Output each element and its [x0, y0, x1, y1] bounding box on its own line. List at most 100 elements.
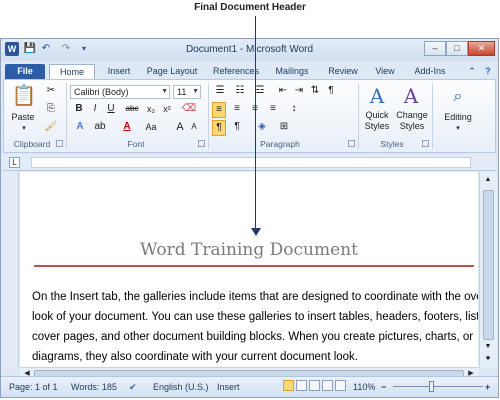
styles-launcher-icon[interactable]: [422, 140, 429, 147]
browse-object-icon[interactable]: ●: [482, 353, 494, 363]
quick-styles-label[interactable]: Quick: [360, 110, 394, 120]
maximize-button[interactable]: □: [446, 41, 468, 56]
tab-page-layout[interactable]: Page Layout: [141, 64, 203, 79]
binoculars-icon[interactable]: ⌕: [444, 86, 472, 108]
document-heading[interactable]: Word Training Document: [20, 240, 478, 260]
borders-icon[interactable]: ⊞: [276, 120, 292, 134]
zoom-slider-thumb[interactable]: [429, 381, 434, 392]
scroll-down-icon[interactable]: ▼: [482, 342, 494, 352]
title-bar: W 💾 ↶ ↷ ▾ Document1 - Microsoft Word – □…: [1, 39, 498, 61]
tab-add-ins[interactable]: Add-Ins: [407, 64, 453, 79]
show-marks-icon[interactable]: ¶: [324, 84, 338, 98]
word-window: W 💾 ↶ ↷ ▾ Document1 - Microsoft Word – □…: [0, 38, 499, 398]
subscript-button[interactable]: x₂: [144, 102, 158, 116]
decrease-indent-icon[interactable]: ⇤: [276, 84, 290, 98]
ribbon-tabs: File Home Insert Page Layout References …: [1, 61, 498, 80]
horizontal-ruler[interactable]: [31, 157, 471, 168]
document-page[interactable]: Word Training Document On the Insert tab…: [20, 172, 478, 367]
superscript-button[interactable]: x²: [160, 102, 174, 116]
align-left-icon[interactable]: ≡: [212, 102, 226, 118]
zoom-slider-track[interactable]: [393, 386, 483, 387]
font-name-combo[interactable]: Calibri (Body) ▼: [70, 85, 170, 99]
numbering-icon[interactable]: ☷: [232, 84, 248, 98]
cut-icon[interactable]: ✂: [44, 84, 58, 98]
body-line: diagrams, they also coordinate with your…: [32, 351, 358, 363]
tab-mailings[interactable]: Mailings: [269, 64, 315, 79]
paragraph-launcher-icon[interactable]: [348, 140, 355, 147]
tab-insert[interactable]: Insert: [101, 64, 137, 79]
underline-button[interactable]: U: [104, 102, 118, 116]
body-line: cover pages, and other document building…: [32, 331, 474, 343]
group-divider: [432, 83, 433, 149]
clear-formatting-icon[interactable]: ⌫: [182, 102, 196, 116]
scroll-up-icon[interactable]: ▲: [482, 174, 494, 186]
change-case-button[interactable]: Aa: [142, 120, 160, 134]
proofing-icon[interactable]: ✔: [129, 381, 137, 393]
copy-icon[interactable]: ⎘: [44, 102, 58, 116]
change-styles-icon[interactable]: A: [398, 84, 424, 108]
tab-view[interactable]: View: [369, 64, 401, 79]
print-layout-icon[interactable]: [283, 380, 294, 391]
draft-icon[interactable]: [335, 380, 346, 391]
callout-arrow-line: [255, 16, 256, 231]
text-effects-icon[interactable]: A: [72, 120, 88, 134]
bold-button[interactable]: B: [72, 102, 86, 116]
editing-dropdown-icon[interactable]: ▾: [448, 122, 468, 136]
zoom-in-button[interactable]: +: [485, 381, 490, 393]
heading-underline: [34, 265, 474, 267]
font-name-value: Calibri (Body): [74, 87, 129, 97]
tab-review[interactable]: Review: [323, 64, 363, 79]
italic-button[interactable]: I: [88, 102, 102, 116]
document-body[interactable]: On the Insert tab, the galleries include…: [32, 287, 478, 367]
bullets-icon[interactable]: ☰: [212, 84, 228, 98]
vertical-scrollbar[interactable]: ▲ ▼ ●: [479, 172, 497, 367]
strikethrough-button[interactable]: abc: [122, 102, 142, 116]
chevron-down-icon: ▼: [192, 88, 199, 95]
chevron-down-icon: ▼: [161, 88, 168, 95]
quick-styles-icon[interactable]: A: [364, 84, 390, 108]
page-count[interactable]: Page: 1 of 1: [9, 381, 58, 393]
shading-icon[interactable]: ◈: [254, 120, 270, 134]
paste-dropdown-icon[interactable]: ▾: [14, 122, 34, 136]
insert-mode-indicator[interactable]: Insert: [217, 381, 240, 393]
sort-icon[interactable]: ⇅: [308, 84, 322, 98]
justify-icon[interactable]: ≡: [266, 102, 280, 116]
font-color-icon[interactable]: A: [120, 120, 134, 134]
vertical-ruler[interactable]: [3, 172, 19, 367]
outline-icon[interactable]: [322, 380, 333, 391]
minimize-button[interactable]: –: [424, 41, 446, 56]
ltr-direction-icon[interactable]: ¶: [212, 120, 226, 136]
change-styles-label-2[interactable]: Styles: [394, 121, 430, 131]
tab-home[interactable]: Home: [49, 64, 95, 79]
clipboard-launcher-icon[interactable]: [56, 140, 63, 147]
quick-styles-label-2[interactable]: Styles: [360, 121, 394, 131]
format-painter-icon[interactable]: 🖌: [44, 120, 58, 134]
line-spacing-icon[interactable]: ↕: [286, 102, 302, 116]
callout-label: Final Document Header: [194, 2, 306, 13]
full-screen-reading-icon[interactable]: [296, 380, 307, 391]
minimize-ribbon-icon[interactable]: ⌃: [465, 64, 479, 79]
highlight-color-icon[interactable]: ab: [92, 120, 108, 134]
zoom-out-button[interactable]: −: [381, 381, 386, 393]
shrink-font-button[interactable]: A: [188, 120, 200, 134]
scrollbar-thumb[interactable]: [483, 190, 494, 340]
font-size-combo[interactable]: 11 ▼: [173, 85, 201, 99]
clipboard-group-label: Clipboard: [13, 139, 51, 149]
change-styles-label[interactable]: Change: [394, 110, 430, 120]
increase-indent-icon[interactable]: ⇥: [292, 84, 306, 98]
paragraph-group-label: Paragraph: [260, 139, 300, 149]
tab-file[interactable]: File: [5, 64, 45, 79]
font-launcher-icon[interactable]: [198, 140, 205, 147]
close-button[interactable]: ✕: [468, 41, 495, 56]
rtl-direction-icon[interactable]: ¶: [230, 120, 244, 134]
word-count[interactable]: Words: 185: [71, 381, 117, 393]
language-indicator[interactable]: English (U.S.): [153, 381, 209, 393]
paste-icon[interactable]: 📋: [10, 84, 38, 108]
align-center-icon[interactable]: ≡: [230, 102, 244, 116]
tab-selector-icon[interactable]: L: [9, 157, 20, 168]
body-line: On the Insert tab, the galleries include…: [32, 291, 478, 303]
zoom-level[interactable]: 110%: [353, 381, 375, 393]
web-layout-icon[interactable]: [309, 380, 320, 391]
help-icon[interactable]: ?: [481, 64, 495, 79]
grow-font-button[interactable]: A: [174, 120, 186, 134]
